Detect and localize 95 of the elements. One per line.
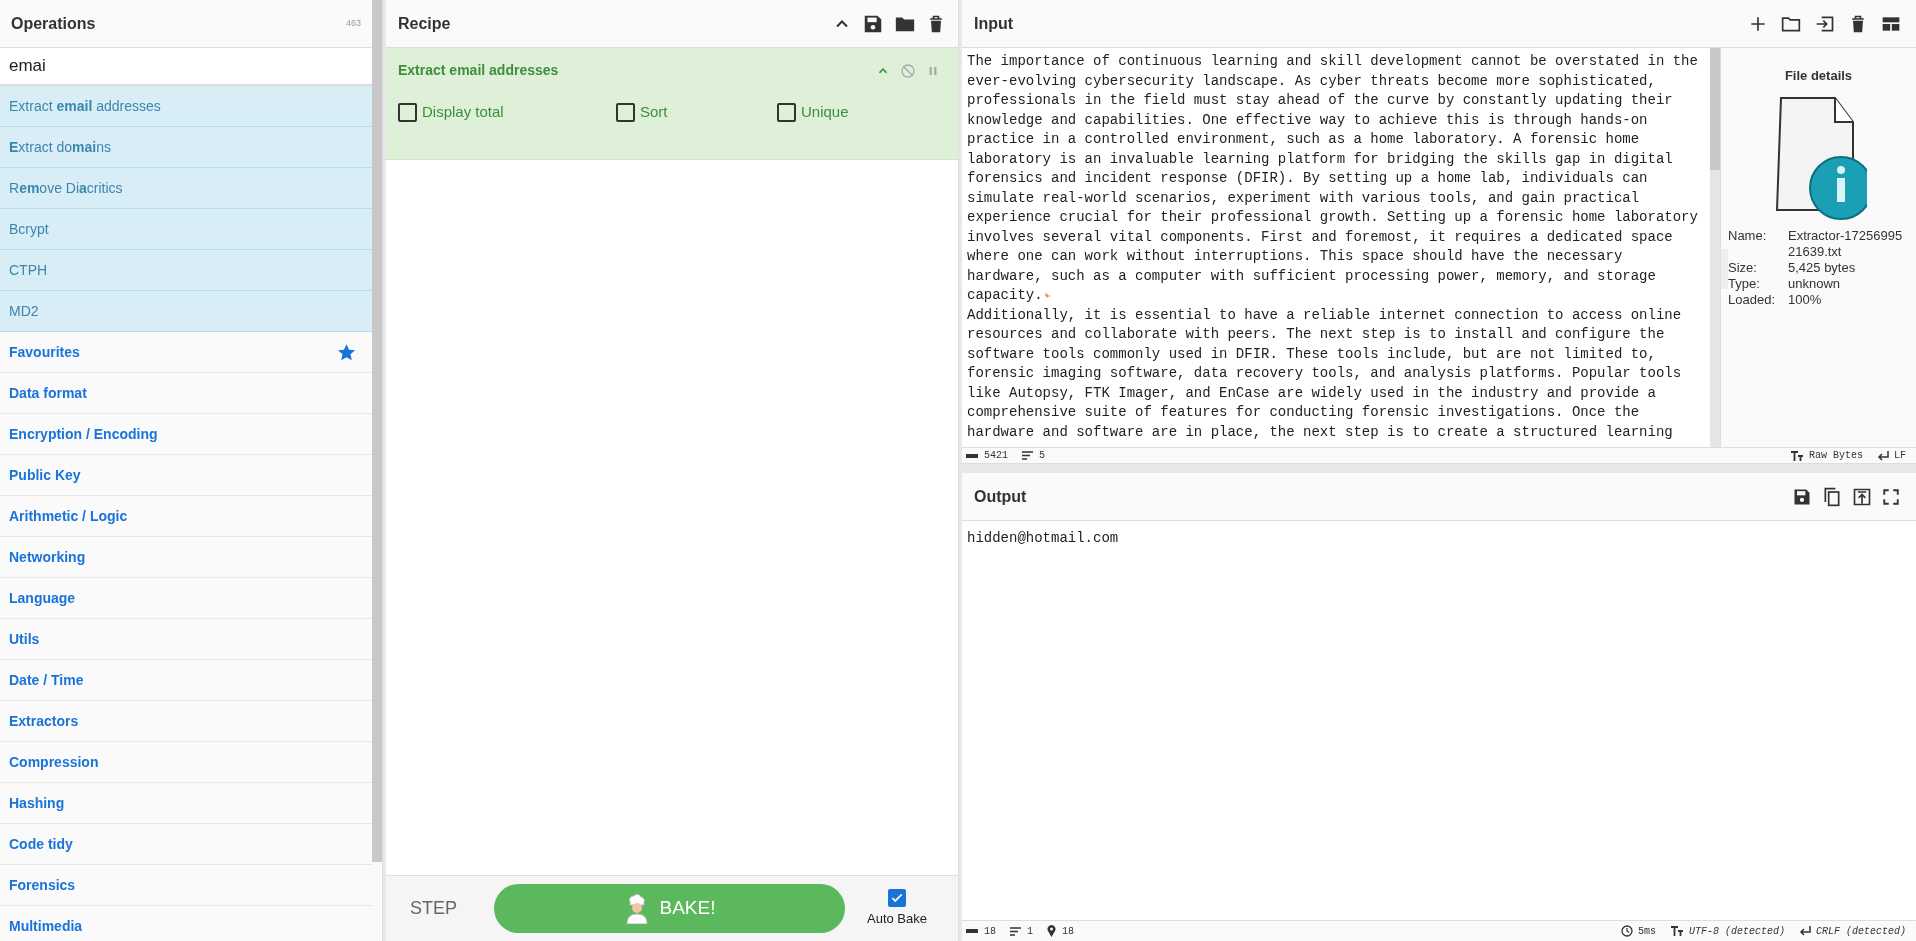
text-length-icon xyxy=(966,927,978,935)
input-text-line: involves several vital components. First and foremost, it requires a dedicated space xyxy=(967,227,1673,247)
input-text-line: Additionally, it is essential to have a reliable internet connection to access online xyxy=(967,305,1682,325)
end-of-line[interactable]: CRLF (detected) xyxy=(1816,923,1906,939)
input-text-line: ever-evolving cybersecurity landscape. As cyber threats become more sophisticated, xyxy=(967,71,1656,91)
search-result[interactable]: CTPH xyxy=(9,259,48,281)
category-item[interactable]: Data format xyxy=(9,382,87,404)
fullscreen-icon[interactable] xyxy=(1882,487,1900,506)
line-count: 1 xyxy=(1027,924,1034,939)
input-text-line: hardware, such as a computer with sufficient processing power, memory, and storage xyxy=(967,266,1656,286)
detail-value: 5,425 bytes xyxy=(1788,259,1857,276)
input-text-line: The importance of continuous learning and skill development cannot be overstated in the xyxy=(967,52,1698,71)
operation-name: Extract email addresses xyxy=(398,61,559,80)
bake-button[interactable]: BAKE! xyxy=(494,884,845,933)
category-item[interactable]: Arithmetic / Logic xyxy=(9,505,128,527)
carriage-return-icon xyxy=(1044,292,1051,300)
detail-value: 100% xyxy=(1788,291,1823,308)
location-pin-icon xyxy=(1047,925,1057,937)
text-format-icon[interactable] xyxy=(1669,926,1684,936)
input-text-line: software tools commonly used in DFIR. These tools include, but are not limited to, xyxy=(967,344,1656,364)
search-result[interactable]: MD2 xyxy=(9,300,39,322)
star-icon xyxy=(337,342,356,362)
input-text-line: experience crucial for their professional growth. Setting up a forensic home laboratory xyxy=(967,208,1698,227)
auto-bake-checkbox[interactable] xyxy=(888,888,906,907)
input-text-line: simulate real-world scenarios, experiment with various tools, and gain practical xyxy=(967,188,1640,208)
option-label: Unique xyxy=(801,102,849,122)
length-count: 5421 xyxy=(984,449,1008,463)
category-item[interactable]: Encryption / Encoding xyxy=(9,423,158,445)
chef-icon xyxy=(623,893,650,924)
text-format-icon[interactable] xyxy=(1789,450,1804,461)
input-text-line: where one can work without interruptions. This space should have the necessary xyxy=(967,247,1623,266)
clock-icon xyxy=(1620,925,1633,937)
category-item[interactable]: Language xyxy=(9,587,76,609)
output-text: hidden@hotmail.com xyxy=(967,530,1119,546)
file-details-title: File details xyxy=(1783,67,1854,85)
end-of-line[interactable]: LF xyxy=(1894,448,1906,463)
category-item[interactable]: Favourites xyxy=(9,341,80,363)
input-text-line: forensic imaging software, data recovery tools, and analysis platforms. Popular tools xyxy=(967,364,1682,383)
scrollbar-thumb[interactable] xyxy=(1710,48,1720,170)
return-icon[interactable] xyxy=(1877,450,1889,461)
auto-bake-label: Auto Bake xyxy=(867,909,927,928)
scrollbar[interactable] xyxy=(372,0,382,862)
detail-value: unknown xyxy=(1788,275,1842,292)
detail-label: Size: xyxy=(1728,259,1758,276)
detail-label: Type: xyxy=(1728,275,1761,292)
return-icon[interactable] xyxy=(1799,926,1811,936)
category-item[interactable]: Compression xyxy=(9,751,99,773)
category-item[interactable]: Date / Time xyxy=(9,669,84,691)
lines-icon xyxy=(1010,926,1021,936)
detail-label: Name: xyxy=(1728,227,1768,245)
operation-count: 463 xyxy=(345,16,361,30)
category-item[interactable]: Utils xyxy=(9,628,40,650)
lines-icon xyxy=(1022,451,1033,460)
character-encoding[interactable]: UTF-8 (detected) xyxy=(1688,923,1785,939)
input-text-line: like Autopsy, FTK Imager, and EnCase are widely used in the industry and provide a xyxy=(967,383,1656,403)
panel-title: Operations xyxy=(11,13,96,34)
category-item[interactable]: Networking xyxy=(9,546,86,568)
bake-time: 5ms xyxy=(1637,924,1656,939)
step-button[interactable]: STEP xyxy=(410,895,476,922)
input-text-line: knowledge and capabilities. One effective way to achieve this is through hands-on xyxy=(967,110,1648,130)
detail-value: Extractor-1725699521639.txt xyxy=(1788,227,1904,260)
input-text-line: practice in a controlled environment, such as a home laboratory. A forensic home xyxy=(967,130,1640,149)
search-result[interactable]: Remove Diacritics xyxy=(9,177,123,199)
input-text-line: hardware and software are in place, the next step is to create a structured learning xyxy=(967,422,1673,442)
search-result[interactable]: Bcrypt xyxy=(9,218,49,240)
input-text-line: comprehensive suite of features for conducting forensic investigations. Once the xyxy=(967,403,1640,422)
panel-title: Input xyxy=(974,13,1014,34)
input-text-line: professionals in the field must stay ahead of the curve by constantly updating their xyxy=(967,91,1673,110)
cursor-position: 18 xyxy=(1062,924,1075,939)
search-result[interactable]: Extract domains xyxy=(9,136,111,158)
line-count: 5 xyxy=(1039,449,1046,463)
option-checkbox[interactable] xyxy=(777,102,796,122)
panel-title: Recipe xyxy=(398,13,451,34)
option-label: Display total xyxy=(422,102,504,122)
collapse-handle[interactable] xyxy=(1721,249,1728,289)
category-item[interactable]: Forensics xyxy=(9,874,76,896)
option-checkbox[interactable] xyxy=(616,102,635,122)
option-label: Sort xyxy=(640,102,668,122)
search-field[interactable]: emai xyxy=(0,48,372,86)
panel-title: Output xyxy=(974,486,1027,507)
input-text-line: forensics and incident response (DFIR). By setting up a home lab, individuals can xyxy=(967,169,1648,188)
category-item[interactable]: Hashing xyxy=(9,792,65,814)
category-item[interactable]: Extractors xyxy=(9,710,79,732)
character-encoding[interactable]: Raw Bytes xyxy=(1808,448,1863,463)
export-icon[interactable] xyxy=(1852,486,1872,507)
option-checkbox[interactable] xyxy=(398,102,417,122)
category-item[interactable]: Multimedia xyxy=(9,915,83,937)
input-text-line: resources and collaborate with peers. The next step is to install and configure the xyxy=(967,325,1665,344)
input-text-line: capacity. xyxy=(967,286,1043,305)
detail-label: Loaded: xyxy=(1728,291,1776,308)
category-item[interactable]: Public Key xyxy=(9,464,81,486)
input-text-line: laboratory is an invaluable learning platform for bridging the skills gap in digital xyxy=(967,149,1673,169)
copy-icon[interactable] xyxy=(1822,485,1842,508)
category-item[interactable]: Code tidy xyxy=(9,833,73,855)
length-count: 18 xyxy=(984,924,996,939)
